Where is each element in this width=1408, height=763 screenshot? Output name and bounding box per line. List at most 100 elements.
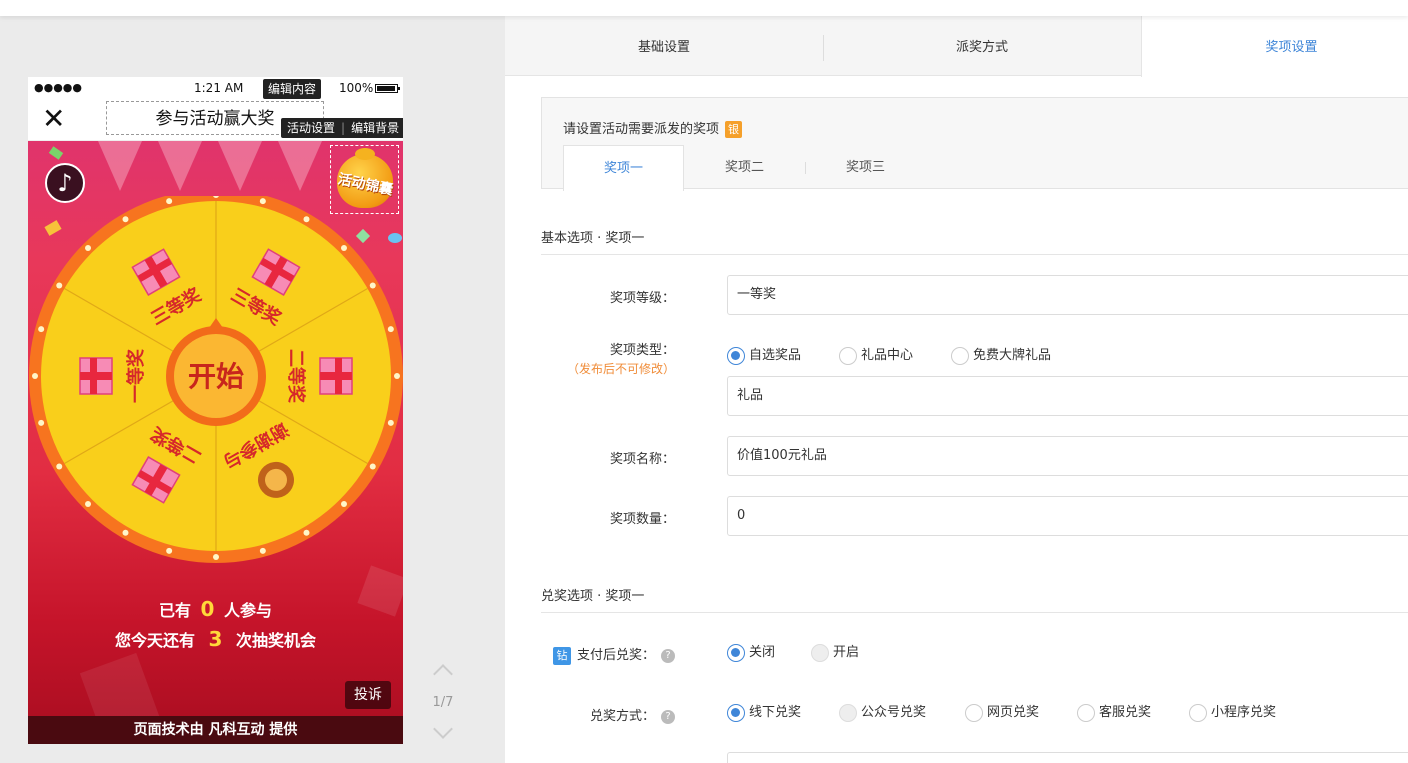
prize-name-input[interactable]: 价值100元礼品: [727, 436, 1408, 476]
radio-free-brand-gift[interactable]: 免费大牌礼品: [951, 347, 1051, 365]
wheel-light-dot: [259, 547, 266, 554]
edit-content-button[interactable]: 编辑内容: [263, 79, 322, 99]
diamond-icon: 钻: [552, 646, 571, 665]
wheel-light-dot: [56, 463, 63, 470]
pay-redeem-label-group: 钻支付后兑奖：?: [505, 644, 675, 665]
radio-gift-center[interactable]: 礼品中心: [839, 347, 913, 365]
wheel-prize-label: 二等奖: [285, 349, 307, 404]
participants-suffix: 人参与: [224, 601, 273, 620]
prize-tabs-box: 请设置活动需要派发的奖项银 奖项一 奖项二 奖项三: [541, 97, 1408, 191]
page-pager: 1/7: [425, 661, 461, 739]
stage-light: [218, 141, 262, 191]
wheel-light-dot: [369, 282, 376, 289]
page-count: 1/7: [432, 695, 454, 710]
wheel-light-dot: [259, 198, 266, 205]
tab-basic-settings[interactable]: 基础设置: [505, 16, 823, 76]
chances-line: 您今天还有 3 次抽奖机会: [28, 627, 403, 651]
prize-wheel: 三等奖 三等奖二等奖谢谢参与二等奖一等奖 开始: [29, 196, 403, 563]
chances-prefix: 您今天还有: [114, 631, 195, 650]
tab-prize-delivery[interactable]: 派奖方式: [823, 16, 1141, 76]
wheel-light-dot: [166, 198, 173, 205]
close-icon[interactable]: ✕: [42, 105, 65, 133]
prize-type-label: 奖项类型：: [609, 343, 675, 358]
tab-prize-2[interactable]: 奖项二: [684, 145, 805, 190]
prize-qty-input[interactable]: 0: [727, 496, 1408, 536]
lottery-canvas: ♪ 活动锦囊 三等奖 三等奖 二等奖 谢谢参与 二等奖 一等奖 开始 已有 0 …: [28, 141, 403, 744]
complain-button[interactable]: 投诉: [345, 681, 391, 709]
battery-icon: [375, 84, 400, 93]
pay-redeem-label: 支付后兑奖：: [576, 648, 655, 663]
wheel-light-dot: [38, 326, 45, 333]
prize-hint-text: 请设置活动需要派发的奖项: [563, 122, 720, 137]
top-bar: [0, 0, 1408, 16]
chevron-up-icon[interactable]: [433, 664, 453, 684]
participants-count: 0: [200, 597, 215, 621]
chances-suffix: 次抽奖机会: [236, 631, 317, 650]
tab-prize-3[interactable]: 奖项三: [805, 145, 926, 190]
wheel-light-dot: [122, 216, 129, 223]
status-time: 1:21 AM: [194, 81, 244, 95]
radio-pay-off[interactable]: 关闭: [727, 644, 775, 662]
wheel-light-dot: [340, 245, 347, 252]
phone-preview: ●●●●● 1:21 AM 100% ✕ 参与活动赢大奖 编辑内容 活动设置 |…: [28, 77, 403, 744]
redeem-detail-input[interactable]: [727, 752, 1408, 763]
chevron-down-icon[interactable]: [433, 719, 453, 739]
prize-hint: 请设置活动需要派发的奖项银: [563, 118, 743, 138]
prize-level-input[interactable]: 一等奖: [727, 275, 1408, 315]
stage-light: [98, 141, 142, 191]
radio-webpage-redeem[interactable]: 网页兑奖: [965, 704, 1039, 722]
help-icon[interactable]: ?: [661, 709, 675, 724]
section-divider: [541, 254, 1408, 255]
activity-settings-button[interactable]: 活动设置: [281, 118, 341, 138]
wheel-light-dot: [394, 373, 400, 379]
redeem-method-label: 兑奖方式：: [589, 709, 655, 724]
prize-type-input[interactable]: 礼品: [727, 376, 1408, 416]
participants-prefix: 已有: [158, 601, 191, 620]
radio-mini-program-redeem[interactable]: 小程序兑奖: [1189, 704, 1276, 722]
settings-tabs: 基础设置 派奖方式 奖项设置: [505, 16, 1408, 77]
section-divider: [541, 612, 1408, 613]
gift-box-icon: [79, 357, 113, 395]
prize-type-note: （发布后不可修改）: [566, 362, 675, 376]
wheel-light-dot: [85, 500, 92, 507]
prize-name-label: 奖项名称：: [609, 452, 675, 467]
tab-prize-settings[interactable]: 奖项设置: [1141, 16, 1408, 77]
powered-by-footer: 页面技术由 凡科互动 提供: [28, 716, 403, 744]
wheel-light-dot: [32, 373, 38, 379]
radio-custom-prize[interactable]: 自选奖品: [727, 347, 801, 365]
help-icon[interactable]: ?: [661, 648, 675, 663]
redeem-method-label-group: 兑奖方式：?: [505, 705, 675, 724]
wheel-prize-label: 一等奖: [125, 348, 147, 403]
start-button-label[interactable]: 开始: [188, 360, 244, 393]
bag-knot: [355, 148, 375, 160]
wheel-light-dot: [303, 216, 310, 223]
battery-percent: 100%: [339, 81, 374, 95]
participants-line: 已有 0 人参与: [28, 597, 403, 621]
settings-panel: 基础设置 派奖方式 奖项设置 请设置活动需要派发的奖项银 奖项一 奖项二 奖项三…: [505, 16, 1408, 763]
stage-light: [278, 141, 322, 191]
status-bar: ●●●●● 1:21 AM 100%: [28, 77, 403, 99]
stage-light: [158, 141, 202, 191]
radio-official-account-redeem[interactable]: 公众号兑奖: [839, 704, 926, 722]
silver-badge-icon: 银: [725, 121, 743, 138]
wheel-light-dot: [213, 554, 219, 560]
wheel-light-dot: [56, 282, 63, 289]
radio-offline-redeem[interactable]: 线下兑奖: [727, 704, 801, 722]
signal-icon: ●●●●●: [34, 81, 82, 94]
preview-area: ●●●●● 1:21 AM 100% ✕ 参与活动赢大奖 编辑内容 活动设置 |…: [0, 16, 505, 763]
radio-customer-service-redeem[interactable]: 客服兑奖: [1077, 704, 1151, 722]
wheel-light-dot: [340, 500, 347, 507]
wheel-light-dot: [85, 245, 92, 252]
tab-prize-1[interactable]: 奖项一: [563, 145, 684, 191]
edit-toolbar: 活动设置 | 编辑背景: [281, 118, 403, 138]
chances-count: 3: [208, 627, 223, 651]
radio-pay-on[interactable]: 开启: [811, 644, 859, 662]
redeem-options-title: 兑奖选项 · 奖项一: [541, 589, 645, 604]
confetti: [48, 146, 64, 160]
wheel-light-dot: [387, 326, 394, 333]
wheel-light-dot: [122, 529, 129, 536]
wheel-light-dot: [166, 547, 173, 554]
wheel-light-dot: [303, 529, 310, 536]
edit-background-button[interactable]: 编辑背景: [345, 118, 403, 138]
gift-box-icon: [319, 357, 353, 395]
